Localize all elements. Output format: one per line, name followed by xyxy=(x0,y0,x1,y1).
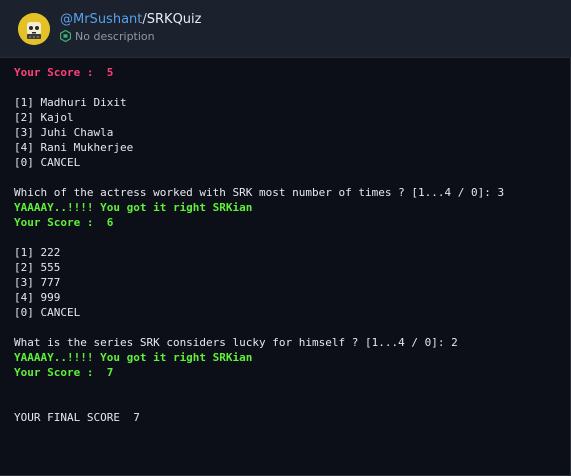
option-line: [2] Kajol xyxy=(14,111,74,124)
option-line: [2] 555 xyxy=(14,261,61,274)
console-output[interactable]: Your Score : 5 [1] Madhuri Dixit [2] Kaj… xyxy=(14,65,504,425)
question-line: What is the series SRK considers lucky f… xyxy=(14,336,458,349)
repl-window: @MrSushant/SRKQuiz No description Your S… xyxy=(0,0,571,476)
option-line: [1] 222 xyxy=(14,246,61,259)
score-line: Your Score : 5 xyxy=(14,66,114,79)
score-line: Your Score : 7 xyxy=(14,366,114,379)
question-line: Which of the actress worked with SRK mos… xyxy=(14,186,505,199)
option-line: [4] 999 xyxy=(14,291,61,304)
repl-owner-link[interactable]: @MrSushant xyxy=(60,12,142,27)
result-line: YAAAAY..!!!! You got it right SRKian xyxy=(14,351,253,364)
avatar-robot-icon xyxy=(18,13,50,45)
option-line: [3] Juhi Chawla xyxy=(14,126,114,139)
repl-title: @MrSushant/SRKQuiz xyxy=(60,12,201,28)
robot-face-avatar[interactable] xyxy=(18,13,50,45)
repl-name[interactable]: SRKQuiz xyxy=(147,12,202,27)
option-line: [0] CANCEL xyxy=(14,306,81,319)
final-score-line: YOUR FINAL SCORE 7 xyxy=(14,411,140,424)
option-line: [0] CANCEL xyxy=(14,156,81,169)
score-line: Your Score : 6 xyxy=(14,216,114,229)
repl-description: No description xyxy=(59,29,155,46)
repl-header: @MrSushant/SRKQuiz No description xyxy=(0,0,571,58)
result-line: YAAAAY..!!!! You got it right SRKian xyxy=(14,201,253,214)
option-line: [1] Madhuri Dixit xyxy=(14,96,127,109)
option-line: [3] 777 xyxy=(14,276,61,289)
option-line: [4] Rani Mukherjee xyxy=(14,141,134,154)
hexagon-repl-icon xyxy=(59,29,72,46)
description-text: No description xyxy=(75,30,155,43)
